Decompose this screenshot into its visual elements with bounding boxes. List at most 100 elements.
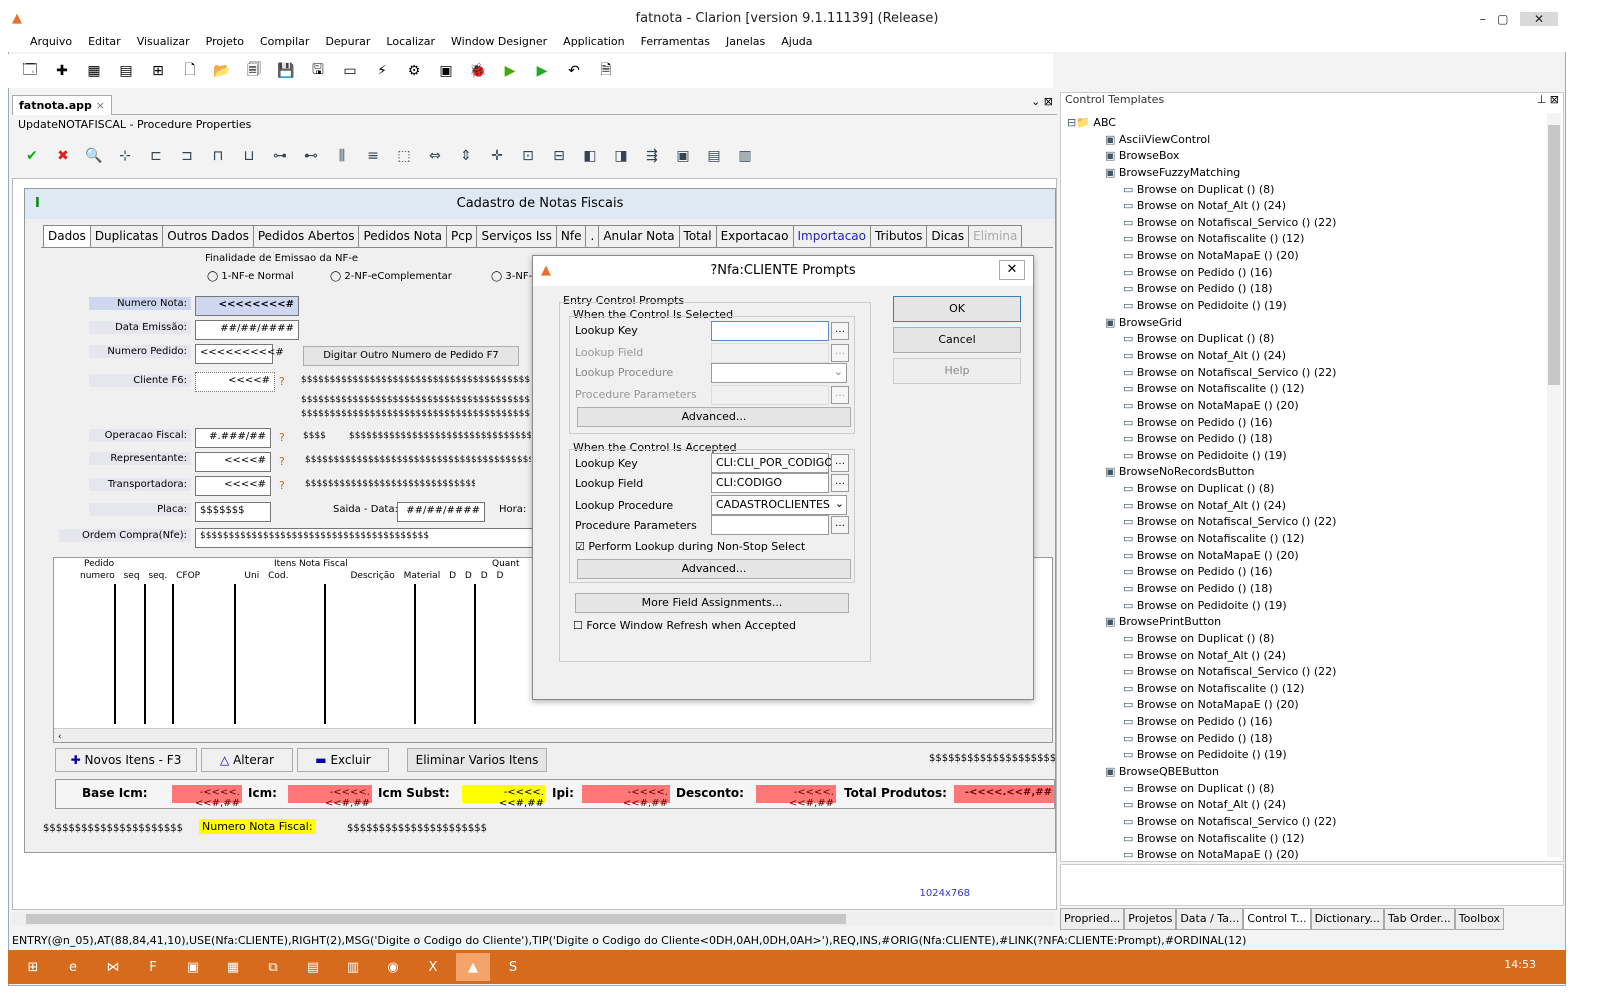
acc-advanced-button[interactable]: Advanced...: [577, 559, 851, 579]
app-icon[interactable]: ▣: [176, 953, 210, 981]
tree-node[interactable]: ▭ Browse on Duplicat () (8): [1067, 481, 1547, 498]
start-icon[interactable]: ⊞: [16, 953, 50, 981]
align-top-icon[interactable]: ⊓: [204, 143, 232, 169]
build-icon[interactable]: ⚡: [368, 57, 396, 85]
bottom-tab-5[interactable]: Tab Order...: [1383, 908, 1455, 930]
tree-node[interactable]: ▭ Browse on Pedido () (18): [1067, 581, 1547, 598]
scroll-thumb[interactable]: [1548, 125, 1560, 385]
back-icon[interactable]: ↶: [560, 57, 588, 85]
new-icon[interactable]: ✚: [48, 57, 76, 85]
tree-node[interactable]: ▭ Browse on Duplicat () (8): [1067, 631, 1547, 648]
open-app-icon[interactable]: ▦: [80, 57, 108, 85]
sel-lookup-key-browse[interactable]: …: [831, 322, 849, 340]
window-icon[interactable]: ▣: [669, 143, 697, 169]
tree-node[interactable]: ▣ BrowseNoRecordsButton: [1067, 464, 1547, 481]
fz-icon[interactable]: F: [136, 953, 170, 981]
form-tab-4[interactable]: Pedidos Nota: [358, 225, 448, 247]
designer-hscrollbar[interactable]: [12, 912, 1055, 926]
clarion-task-icon[interactable]: ▲: [456, 953, 490, 981]
operacao-lookup-icon[interactable]: ?: [279, 431, 285, 444]
form-tab-13[interactable]: Tributos: [870, 225, 928, 247]
tree-node[interactable]: ▭ Browse on Pedidoite () (19): [1067, 747, 1547, 764]
ordem-compra-field[interactable]: $$$$$$$$$$$$$$$$$$$$$$$$$$$$$$$$$$$$$$$$: [195, 528, 535, 548]
dialog-close-icon[interactable]: ✕: [999, 260, 1025, 280]
form-tab-15[interactable]: Elimina: [968, 225, 1023, 247]
tab-fatnota[interactable]: fatnota.app ×: [12, 95, 112, 115]
make-icon[interactable]: ⚙: [400, 57, 428, 85]
menu-item-0[interactable]: Arquivo: [22, 32, 80, 52]
excel-icon[interactable]: X: [416, 953, 450, 981]
novos-itens-button[interactable]: ✚ Novos Itens - F3: [55, 748, 197, 772]
tree-node[interactable]: ▭ Browse on Duplicat () (8): [1067, 781, 1547, 798]
form-tab-5[interactable]: Pcp: [446, 225, 478, 247]
tree-node[interactable]: ▭ Browse on Duplicat () (8): [1067, 182, 1547, 199]
form-tab-12[interactable]: Importacao: [792, 225, 871, 247]
tree-node[interactable]: ▭ Browse on Notafiscalite () (12): [1067, 681, 1547, 698]
tree-node[interactable]: ▭ Browse on Duplicat () (8): [1067, 331, 1547, 348]
bottom-tab-2[interactable]: Data / Ta...: [1176, 908, 1244, 930]
form-tab-1[interactable]: Duplicatas: [89, 225, 164, 247]
placa-field[interactable]: $$$$$$$: [195, 502, 271, 522]
debug-icon[interactable]: 🐞: [464, 57, 492, 85]
form-tab-3[interactable]: Pedidos Abertos: [252, 225, 360, 247]
tree-node[interactable]: ▭ Browse on Notafiscalite () (12): [1067, 531, 1547, 548]
calc-icon[interactable]: ▦: [216, 953, 250, 981]
data-emissao-field[interactable]: ##/##/####: [195, 320, 299, 340]
force-refresh-checkbox[interactable]: ☐ Force Window Refresh when Accepted: [573, 619, 796, 632]
transportadora-lookup-icon[interactable]: ?: [279, 479, 285, 492]
tree-node[interactable]: ▭ Browse on Pedidoite () (19): [1067, 298, 1547, 315]
sel-advanced-button[interactable]: Advanced...: [577, 407, 851, 427]
align-left-icon[interactable]: ⊏: [142, 143, 170, 169]
file-icon[interactable]: 🗋: [176, 57, 204, 85]
bottom-tab-4[interactable]: Dictionary...: [1310, 908, 1384, 930]
help-button[interactable]: Help: [893, 358, 1021, 384]
transportadora-field[interactable]: <<<<#: [195, 476, 271, 496]
ie-icon[interactable]: e: [56, 953, 90, 981]
radio-complementar[interactable]: ◯ 2-NF-eComplementar: [330, 271, 452, 282]
cliente-lookup-icon[interactable]: ?: [279, 375, 285, 388]
radio-normal[interactable]: ◯ 1-NF-e Normal: [207, 271, 294, 282]
perform-lookup-checkbox[interactable]: ☑ Perform Lookup during Non-Stop Select: [575, 540, 805, 553]
scroll-left-icon[interactable]: ‹: [54, 732, 62, 742]
base-icm-field[interactable]: -<<<<.<<#,##: [172, 785, 242, 809]
tree-node[interactable]: ▭ Browse on Pedidoite () (19): [1067, 448, 1547, 465]
tree-node[interactable]: ▭ Browse on NotaMapaE () (20): [1067, 697, 1547, 714]
center-h-icon[interactable]: ⊶: [266, 143, 294, 169]
icm-field[interactable]: -<<<<.<<#,##: [288, 785, 372, 809]
saida-field[interactable]: ##/##/####: [397, 502, 485, 522]
tree-node[interactable]: ▭ Browse on Notafiscalite () (12): [1067, 231, 1547, 248]
tree-node[interactable]: ▭ Browse on Notafiscal_Servico () (22): [1067, 215, 1547, 232]
tree-node[interactable]: ▭ Browse on Notafiscal_Servico () (22): [1067, 365, 1547, 382]
align-icon[interactable]: ⊹: [111, 143, 139, 169]
tree-node[interactable]: ▭ Browse on Notaf_Alt () (24): [1067, 348, 1547, 365]
bottom-tab-3[interactable]: Control T...: [1243, 908, 1311, 930]
tree-node[interactable]: ▭ Browse on Pedido () (18): [1067, 281, 1547, 298]
tree-node[interactable]: ▭ Browse on NotaMapaE () (20): [1067, 847, 1547, 864]
can-icon[interactable]: ▤: [700, 143, 728, 169]
window-controls[interactable]: – ▢ ✕: [1480, 6, 1558, 32]
save-icon[interactable]: 🗔: [16, 57, 44, 85]
tree-node[interactable]: ▭ Browse on NotaMapaE () (20): [1067, 248, 1547, 265]
menu-item-2[interactable]: Visualizar: [129, 32, 198, 52]
menu-item-8[interactable]: Application: [555, 32, 632, 52]
tree-node[interactable]: ▣ BrowseFuzzyMatching: [1067, 165, 1547, 182]
tree-node[interactable]: ▭ Browse on Notaf_Alt () (24): [1067, 198, 1547, 215]
tree-node[interactable]: ▭ Browse on Notafiscalite () (12): [1067, 381, 1547, 398]
menu-item-5[interactable]: Depurar: [317, 32, 378, 52]
spread-v-icon[interactable]: ≡: [359, 143, 387, 169]
excluir-button[interactable]: ▬ Excluir: [297, 748, 389, 772]
acc-lookup-key-input[interactable]: CLI:CLI_POR_CODIGO: [711, 453, 833, 473]
align-right-icon[interactable]: ⊐: [173, 143, 201, 169]
cliente-field[interactable]: <<<<#: [195, 372, 275, 392]
tree-node[interactable]: ▭ Browse on Pedido () (18): [1067, 731, 1547, 748]
form-tab-10[interactable]: Total: [678, 225, 717, 247]
vs-icon[interactable]: ⋈: [96, 953, 130, 981]
menu-item-9[interactable]: Ferramentas: [633, 32, 718, 52]
height-icon[interactable]: ⇕: [452, 143, 480, 169]
chrome-icon[interactable]: ◉: [376, 953, 410, 981]
acc-proc-params-browse[interactable]: …: [831, 516, 849, 534]
print-icon[interactable]: ▭: [336, 57, 364, 85]
tree-node[interactable]: ▭ Browse on Pedido () (16): [1067, 265, 1547, 282]
form-tab-2[interactable]: Outros Dados: [162, 225, 254, 247]
form-tab-7[interactable]: Nfe: [555, 225, 587, 247]
